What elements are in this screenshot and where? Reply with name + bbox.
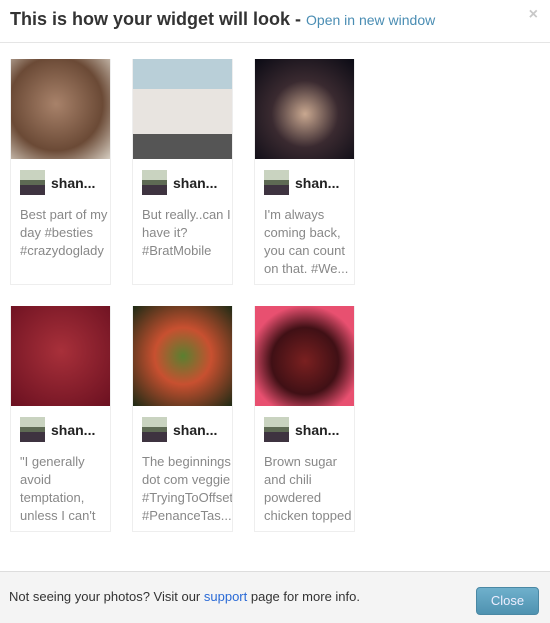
- avatar: [142, 170, 167, 195]
- avatar: [20, 170, 45, 195]
- close-icon[interactable]: ×: [529, 6, 538, 24]
- post-caption: Brown sugar and chili powdered chicken t…: [264, 454, 352, 523]
- post-caption: But really..can I have it? #BratMobile: [142, 207, 231, 258]
- post-photo[interactable]: [133, 59, 232, 159]
- post-user: shan...: [20, 170, 110, 195]
- support-link[interactable]: support: [204, 589, 247, 604]
- post-user: shan...: [142, 170, 232, 195]
- avatar: [20, 417, 45, 442]
- post-photo[interactable]: [11, 59, 110, 159]
- username: shan...: [173, 421, 218, 438]
- dialog-header: This is how your widget will look - Open…: [0, 0, 550, 43]
- username: shan...: [51, 174, 96, 191]
- post-card[interactable]: shan... "I generally avoid temptation, u…: [10, 306, 111, 532]
- post-card[interactable]: shan... But really..can I have it? #Brat…: [132, 59, 233, 285]
- dialog-title: This is how your widget will look - Open…: [10, 9, 550, 30]
- footer-text-before: Not seeing your photos? Visit our: [9, 589, 204, 604]
- post-card[interactable]: shan... Best part of my day #besties #cr…: [10, 59, 111, 285]
- username: shan...: [173, 174, 218, 191]
- post-caption: I'm always coming back, you can count on…: [264, 207, 349, 276]
- username: shan...: [51, 421, 96, 438]
- open-new-window-link[interactable]: Open in new window: [306, 12, 435, 28]
- close-button[interactable]: Close: [476, 587, 539, 615]
- post-photo[interactable]: [11, 306, 110, 406]
- footer-text: Not seeing your photos? Visit our suppor…: [9, 589, 360, 604]
- footer-text-after: page for more info.: [247, 589, 360, 604]
- post-user: shan...: [20, 417, 110, 442]
- post-card[interactable]: shan... The beginnings dot com veggie #T…: [132, 306, 233, 532]
- avatar: [264, 417, 289, 442]
- dialog-footer: Not seeing your photos? Visit our suppor…: [0, 571, 550, 623]
- post-photo[interactable]: [255, 306, 354, 406]
- username: shan...: [295, 174, 340, 191]
- avatar: [142, 417, 167, 442]
- post-user: shan...: [264, 170, 354, 195]
- post-caption: "I generally avoid temptation, unless I …: [20, 454, 96, 523]
- username: shan...: [295, 421, 340, 438]
- title-text: This is how your widget will look -: [10, 9, 302, 29]
- post-caption: Best part of my day #besties #crazydogla…: [20, 207, 108, 258]
- post-card[interactable]: shan... I'm always coming back, you can …: [254, 59, 355, 285]
- post-photo[interactable]: [255, 59, 354, 159]
- post-card[interactable]: shan... Brown sugar and chili powdered c…: [254, 306, 355, 532]
- post-photo[interactable]: [133, 306, 232, 406]
- post-user: shan...: [142, 417, 232, 442]
- post-user: shan...: [264, 417, 354, 442]
- avatar: [264, 170, 289, 195]
- post-caption: The beginnings dot com veggie #TryingToO…: [142, 454, 233, 523]
